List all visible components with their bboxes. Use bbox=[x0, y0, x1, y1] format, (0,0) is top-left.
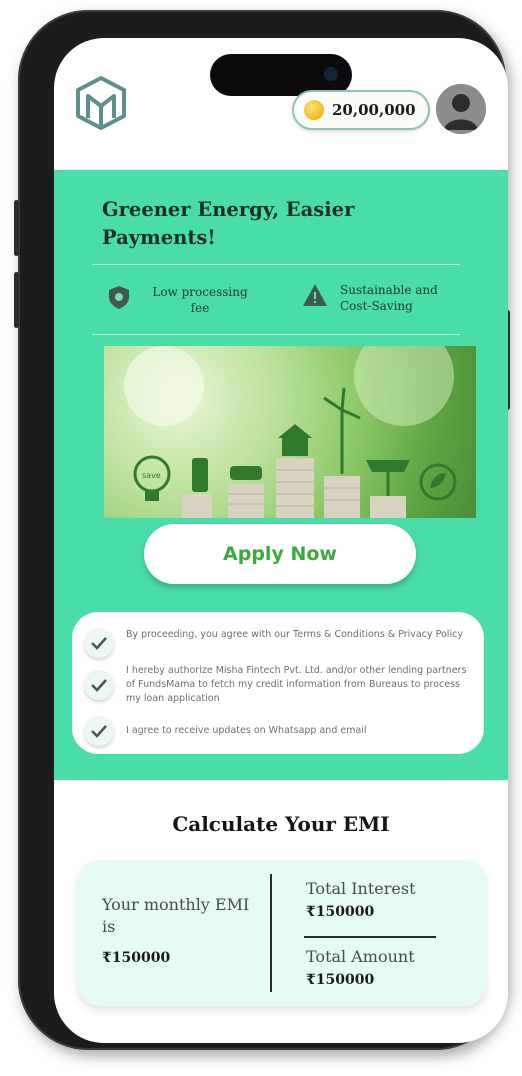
total-amount-value: ₹150000 bbox=[306, 972, 375, 988]
coin-balance-pill[interactable]: 20,00,000 bbox=[292, 90, 430, 130]
consent-bureau[interactable]: I hereby authorize Misha Fintech Pvt. Lt… bbox=[84, 664, 474, 706]
divider-top bbox=[92, 264, 460, 265]
volume-up-button bbox=[14, 200, 19, 256]
vertical-divider bbox=[270, 874, 272, 992]
emi-section-title: Calculate Your EMI bbox=[172, 812, 390, 836]
monthly-emi-label: Your monthly EMI is bbox=[102, 895, 250, 936]
camera-icon bbox=[324, 67, 338, 81]
total-interest-label: Total Interest bbox=[306, 879, 416, 898]
consent-text: I hereby authorize Misha Fintech Pvt. Lt… bbox=[126, 665, 467, 704]
consent-card: By proceeding, you agree with our Terms … bbox=[72, 612, 484, 754]
horizontal-divider bbox=[304, 936, 436, 938]
phone-frame: 20,00,000 Greener Energy, Easier Payment… bbox=[14, 10, 510, 1050]
green-energy-banner: save bbox=[104, 346, 476, 518]
total-amount-label: Total Amount bbox=[306, 947, 415, 966]
warning-triangle-icon bbox=[303, 284, 327, 306]
feature-low-fee: Low processing fee bbox=[106, 284, 266, 316]
coin-balance: 20,00,000 bbox=[332, 101, 416, 119]
app-screen: 20,00,000 Greener Energy, Easier Payment… bbox=[54, 38, 508, 1043]
apply-now-button[interactable]: Apply Now bbox=[144, 524, 416, 584]
checkmark-icon[interactable] bbox=[84, 716, 114, 746]
brand-logo-icon[interactable] bbox=[72, 74, 130, 132]
volume-down-button bbox=[14, 272, 19, 328]
consent-text: By proceeding, you agree with our Terms … bbox=[126, 629, 463, 640]
feature-label: Sustainable and Cost-Saving bbox=[340, 283, 438, 313]
divider-bottom bbox=[92, 334, 460, 335]
monthly-emi-value: ₹150000 bbox=[102, 950, 171, 966]
shield-icon bbox=[109, 286, 129, 309]
consent-terms[interactable]: By proceeding, you agree with our Terms … bbox=[84, 628, 474, 658]
total-interest-value: ₹150000 bbox=[306, 904, 375, 920]
hero-title: Greener Energy, Easier Payments! bbox=[102, 198, 355, 249]
feature-label: Low processing fee bbox=[152, 285, 248, 315]
consent-updates[interactable]: I agree to receive updates on Whatsapp a… bbox=[84, 716, 474, 746]
checkmark-icon[interactable] bbox=[84, 670, 114, 700]
profile-avatar-icon[interactable] bbox=[436, 84, 486, 134]
emi-summary-card: Your monthly EMI is ₹150000 Total Intere… bbox=[78, 860, 486, 1006]
loan-offer-section: Greener Energy, Easier Payments! Low pro… bbox=[54, 170, 508, 780]
svg-text:save: save bbox=[142, 471, 161, 480]
consent-text: I agree to receive updates on Whatsapp a… bbox=[126, 725, 367, 736]
checkmark-icon[interactable] bbox=[84, 628, 114, 658]
coin-icon bbox=[304, 100, 324, 120]
feature-sustainable: Sustainable and Cost-Saving bbox=[302, 282, 472, 314]
